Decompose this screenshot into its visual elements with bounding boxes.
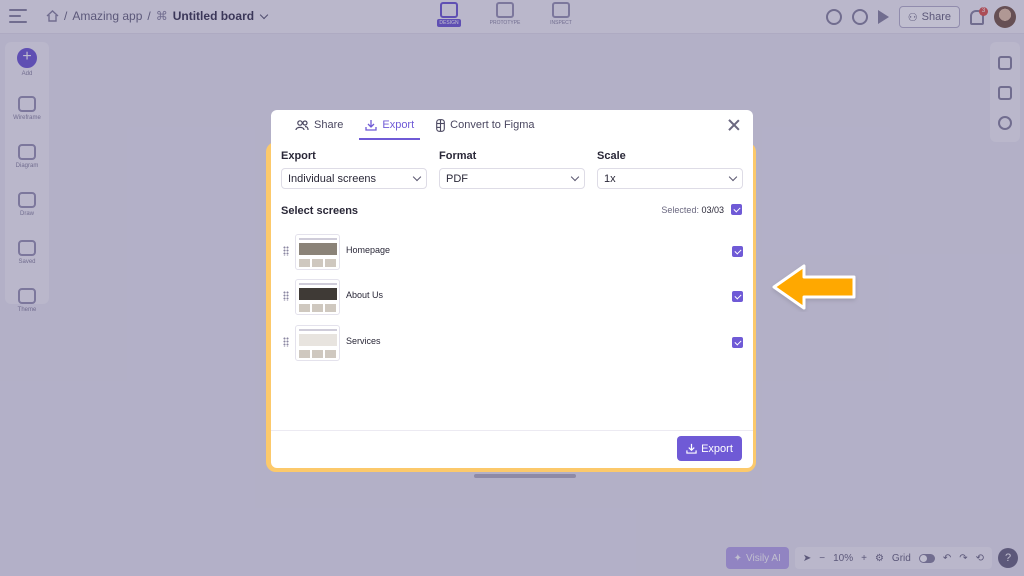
select-all-checkbox[interactable] bbox=[731, 204, 742, 215]
list-item: Services bbox=[281, 325, 743, 361]
dialog-footer-divider bbox=[271, 430, 753, 431]
download-icon bbox=[365, 120, 378, 131]
selected-count-value: 03/03 bbox=[701, 205, 724, 215]
screen-checkbox[interactable] bbox=[732, 246, 743, 257]
selected-counter: Selected: 03/03 bbox=[661, 205, 724, 215]
tab-share-label: Share bbox=[314, 119, 344, 131]
format-field-label: Format bbox=[439, 150, 477, 162]
scale-field-label: Scale bbox=[597, 150, 626, 162]
download-icon bbox=[686, 443, 697, 454]
tab-export-label: Export bbox=[382, 119, 415, 131]
screen-thumbnail bbox=[295, 234, 340, 270]
screen-name: Homepage bbox=[346, 245, 391, 255]
close-icon[interactable] bbox=[727, 118, 741, 132]
screen-thumbnail bbox=[295, 279, 340, 315]
drag-handle-icon[interactable] bbox=[283, 337, 289, 347]
list-item: Homepage bbox=[281, 234, 743, 270]
screen-checkbox[interactable] bbox=[732, 337, 743, 348]
users-icon bbox=[295, 119, 309, 130]
format-select[interactable]: PDF bbox=[439, 168, 585, 189]
chevron-down-icon bbox=[728, 172, 738, 182]
selected-prefix: Selected: bbox=[661, 205, 699, 215]
figma-icon bbox=[436, 118, 446, 132]
tab-share[interactable]: Share bbox=[289, 110, 349, 140]
scale-value: 1x bbox=[604, 172, 616, 185]
format-value: PDF bbox=[446, 172, 468, 185]
screen-name: Services bbox=[346, 336, 381, 346]
scale-select[interactable]: 1x bbox=[597, 168, 743, 189]
list-item: About Us bbox=[281, 279, 743, 315]
export-type-value: Individual screens bbox=[288, 172, 377, 185]
dialog-tabs: Share Export Convert to Figma bbox=[271, 110, 753, 140]
screen-name: About Us bbox=[346, 290, 384, 300]
screen-thumbnail bbox=[295, 325, 340, 361]
tab-convert-label: Convert to Figma bbox=[450, 119, 535, 131]
chevron-down-icon bbox=[412, 172, 422, 182]
export-button-label: Export bbox=[701, 442, 733, 455]
export-button[interactable]: Export bbox=[677, 436, 742, 461]
drag-handle-icon[interactable] bbox=[283, 291, 289, 301]
drag-handle-icon[interactable] bbox=[283, 246, 289, 256]
export-type-select[interactable]: Individual screens bbox=[281, 168, 427, 189]
tab-convert-to-figma[interactable]: Convert to Figma bbox=[430, 110, 540, 140]
chevron-down-icon bbox=[570, 172, 580, 182]
export-dialog: Share Export Convert to Figma Export Ind… bbox=[271, 110, 753, 468]
pointer-arrow-icon bbox=[772, 264, 856, 310]
screen-checkbox[interactable] bbox=[732, 291, 743, 302]
tab-export[interactable]: Export bbox=[359, 110, 420, 140]
export-field-label: Export bbox=[281, 150, 316, 162]
section-title: Select screens bbox=[281, 205, 359, 217]
